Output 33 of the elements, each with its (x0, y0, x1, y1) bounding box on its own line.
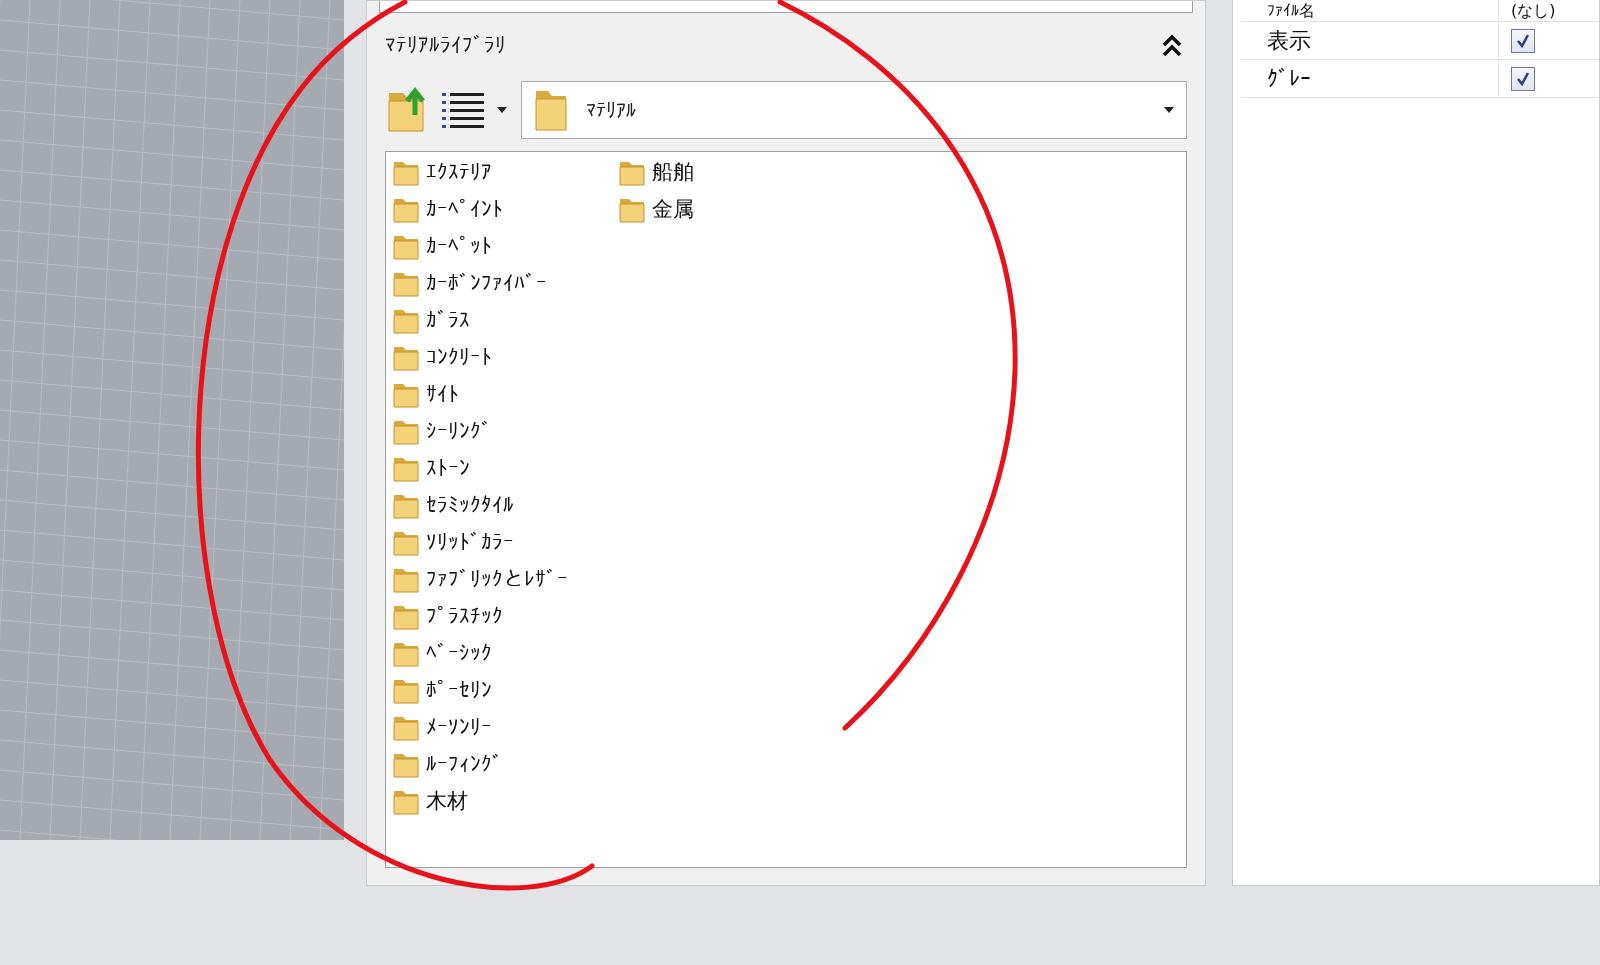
folder-item[interactable]: ｼｰﾘﾝｸﾞ (426, 415, 492, 448)
folder-item[interactable]: 金属 (652, 193, 694, 226)
folder-item[interactable]: ｶﾞﾗｽ (426, 304, 470, 337)
folder-item[interactable]: 木材 (426, 785, 468, 818)
folder-item[interactable]: 船舶 (652, 156, 694, 189)
property-value: (なし) (1511, 2, 1556, 19)
dropdown-value: ﾏﾃﾘｱﾙ (586, 97, 637, 124)
folder-item[interactable]: ﾌｧﾌﾞﾘｯｸとﾚｻﾞｰ (426, 563, 568, 596)
folder-item[interactable]: ﾎﾟｰｾﾘﾝ (426, 674, 492, 707)
folder-item[interactable]: ﾒｰｿﾝﾘｰ (426, 711, 492, 744)
search-field[interactable] (379, 1, 1193, 13)
folder-item[interactable]: ｺﾝｸﾘｰﾄ (426, 341, 492, 374)
folder-item[interactable]: ｾﾗﾐｯｸﾀｲﾙ (426, 489, 514, 522)
property-label: 表示 (1267, 29, 1311, 52)
folder-item[interactable]: ﾌﾟﾗｽﾁｯｸ (426, 600, 503, 633)
folder-item[interactable]: ｶｰﾍﾟｲﾝﾄ (426, 193, 503, 226)
folder-item[interactable]: ｿﾘｯﾄﾞｶﾗｰ (426, 526, 514, 559)
panel-title: ﾏﾃﾘｱﾙﾗｲﾌﾞﾗﾘ (385, 32, 506, 60)
checkbox[interactable] (1511, 66, 1535, 91)
folder-item[interactable]: ｶｰﾎﾞﾝﾌｧｲﾊﾞｰ (426, 267, 547, 300)
folder-dropdown[interactable]: ﾏﾃﾘｱﾙ (521, 81, 1187, 139)
folder-item[interactable]: ｻｲﾄ (426, 378, 459, 411)
caret-icon[interactable] (495, 105, 509, 115)
collapse-icon[interactable] (1161, 33, 1183, 59)
folder-item[interactable]: ﾍﾞｰｼｯｸ (426, 637, 492, 670)
folder-item[interactable]: ｴｸｽﾃﾘｱ (426, 156, 492, 189)
property-label: ﾌｧｲﾙ名 (1267, 2, 1315, 19)
caret-icon (1162, 105, 1176, 115)
folder-item[interactable]: ｶｰﾍﾟｯﾄ (426, 230, 492, 263)
folder-item[interactable]: ｽﾄｰﾝ (426, 452, 470, 485)
checkbox[interactable] (1511, 28, 1535, 53)
property-label: ｸﾞﾚｰ (1267, 67, 1311, 90)
folder-item[interactable]: ﾙｰﾌｨﾝｸﾞ (426, 748, 503, 781)
